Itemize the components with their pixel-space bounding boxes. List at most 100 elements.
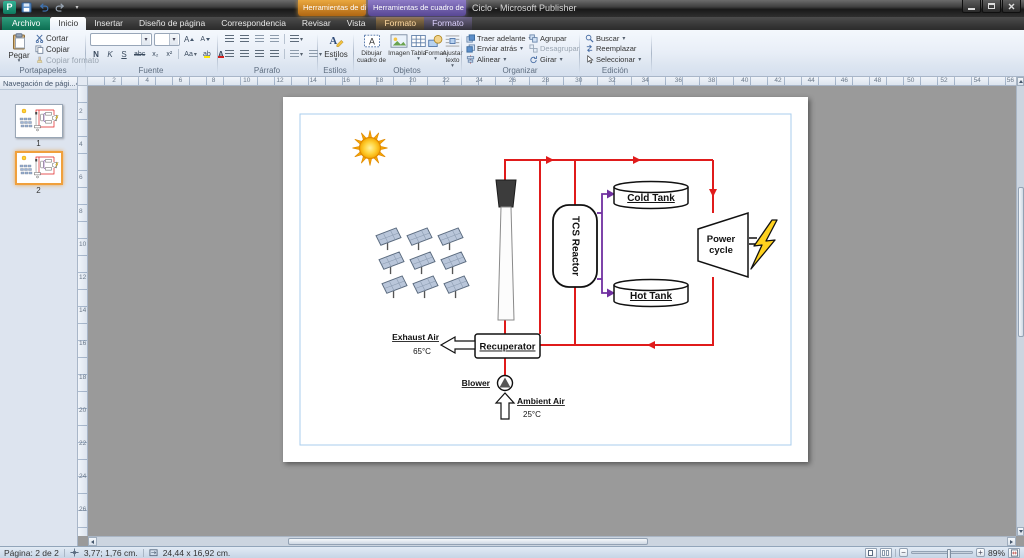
tab-correspondencia[interactable]: Correspondencia — [213, 17, 294, 30]
tab-formato-dibujo[interactable]: Formato — [376, 17, 424, 30]
paragraph-marks-button[interactable] — [288, 33, 305, 45]
pipe-tank-loop[interactable] — [602, 194, 609, 293]
heliostat[interactable] — [376, 228, 401, 250]
subscript-button[interactable]: x₂ — [149, 48, 161, 60]
ambient-air-arrow[interactable] — [496, 393, 514, 419]
single-page-view-button[interactable] — [865, 548, 877, 558]
exhaust-temp-label[interactable]: 65°C — [413, 347, 431, 356]
font-size-combo[interactable] — [154, 33, 180, 46]
blower-label[interactable]: Blower — [462, 378, 491, 388]
heliostat[interactable] — [407, 228, 432, 250]
publication-page[interactable]: TCS Reactor Cold Tank Hot Tank — [283, 97, 808, 462]
canvas-area[interactable]: TCS Reactor Cold Tank Hot Tank — [88, 86, 1016, 536]
send-backward-button[interactable]: Enviar atrás — [465, 44, 533, 55]
tab-formato-cuadro-texto[interactable]: Formato — [424, 17, 472, 30]
align-center-button[interactable] — [238, 48, 251, 60]
justify-button[interactable] — [268, 48, 281, 60]
strikethrough-button[interactable]: abc — [132, 48, 147, 60]
object-size[interactable]: 24,44 x 16,92 cm. — [163, 548, 231, 558]
draw-text-box-button[interactable]: A Dibujar cuadro de texto — [355, 32, 388, 64]
cursor-position[interactable]: 3,77; 1,76 cm. — [84, 548, 138, 558]
zoom-slider-thumb[interactable] — [947, 549, 951, 558]
maximize-button[interactable] — [982, 0, 1001, 13]
zoom-level[interactable]: 89% — [988, 548, 1005, 558]
tab-revisar[interactable]: Revisar — [294, 17, 339, 30]
heliostat[interactable] — [382, 276, 407, 298]
highlight-color-button[interactable]: ab — [201, 48, 213, 60]
cold-tank[interactable]: Cold Tank — [614, 182, 688, 209]
solar-tower[interactable] — [498, 207, 514, 320]
italic-button[interactable]: K — [104, 48, 116, 60]
scroll-up-button[interactable] — [1017, 77, 1024, 86]
sun[interactable] — [353, 131, 388, 166]
bring-forward-button[interactable]: Traer adelante — [465, 33, 533, 44]
exhaust-air-arrow[interactable] — [441, 337, 475, 353]
align-right-button[interactable] — [253, 48, 266, 60]
vertical-scroll-thumb[interactable] — [1018, 187, 1024, 337]
two-page-view-button[interactable] — [880, 548, 892, 558]
heliostat[interactable] — [379, 252, 404, 274]
font-name-combo[interactable] — [90, 33, 152, 46]
ambient-air-label[interactable]: Ambient Air — [517, 396, 566, 406]
fit-page-button[interactable] — [1008, 548, 1020, 558]
scroll-left-button[interactable] — [88, 537, 97, 546]
storage-pipe-network[interactable] — [597, 194, 609, 293]
numbering-button[interactable] — [238, 33, 251, 45]
power-cycle[interactable]: Power cycle — [698, 213, 748, 277]
tab-vista[interactable]: Vista — [339, 17, 374, 30]
styles-button[interactable]: A Estilos — [321, 32, 351, 62]
vertical-scrollbar[interactable] — [1016, 77, 1024, 536]
decrease-indent-button[interactable] — [253, 33, 266, 45]
scroll-right-button[interactable] — [1007, 537, 1016, 546]
horizontal-scrollbar[interactable] — [88, 536, 1016, 546]
lightning-bolt-icon[interactable] — [751, 220, 777, 269]
page-indicator[interactable]: Página: 2 de 2 — [4, 548, 59, 558]
ungroup-button[interactable]: Desagrupar — [528, 44, 580, 55]
undo-button[interactable] — [36, 1, 50, 14]
replace-button[interactable]: Reemplazar — [584, 44, 642, 55]
tab-archivo[interactable]: Archivo — [2, 17, 50, 30]
recuperator[interactable]: Recuperator — [475, 334, 540, 358]
page-thumbnail-2[interactable]: 2 — [15, 151, 63, 195]
align-button[interactable]: Alinear — [465, 54, 533, 65]
increase-indent-button[interactable] — [268, 33, 281, 45]
page-thumbnail-1[interactable]: 1 — [15, 104, 63, 148]
underline-button[interactable]: S — [118, 48, 130, 60]
tab-inicio[interactable]: Inicio — [50, 17, 86, 30]
zoom-in-button[interactable]: + — [976, 548, 985, 557]
minimize-button[interactable] — [962, 0, 981, 13]
qat-customize-dropdown[interactable] — [70, 1, 84, 14]
tower-receiver[interactable] — [496, 180, 516, 207]
heliostat[interactable] — [413, 276, 438, 298]
wrap-text-button[interactable]: Ajustar texto — [444, 32, 461, 68]
scroll-down-button[interactable] — [1017, 527, 1024, 536]
align-left-button[interactable] — [223, 48, 236, 60]
select-button[interactable]: Seleccionar — [584, 54, 642, 65]
bold-button[interactable]: N — [90, 48, 102, 60]
hot-tank[interactable]: Hot Tank — [614, 280, 688, 307]
group-objects-button[interactable]: Agrupar — [528, 33, 580, 44]
columns-button[interactable] — [288, 48, 305, 60]
ambient-temp-label[interactable]: 25°C — [523, 410, 541, 419]
rotate-button[interactable]: Girar — [528, 54, 580, 65]
publisher-app-icon[interactable]: P — [3, 1, 16, 14]
heliostat[interactable] — [441, 252, 466, 274]
grow-font-button[interactable]: A — [182, 34, 196, 46]
heliostat[interactable] — [410, 252, 435, 274]
shrink-font-button[interactable]: A — [198, 34, 212, 46]
copy-button[interactable]: Copiar — [35, 45, 70, 54]
heliostat[interactable] — [444, 276, 469, 298]
redo-button[interactable] — [53, 1, 67, 14]
paste-button[interactable]: Pegar — [5, 32, 33, 63]
exhaust-air-label[interactable]: Exhaust Air — [392, 332, 440, 342]
heliostat-field[interactable] — [376, 228, 469, 298]
zoom-slider[interactable] — [911, 551, 973, 554]
tcs-reactor[interactable]: TCS Reactor — [553, 205, 597, 287]
pipe-tower-to-top[interactable] — [505, 160, 713, 181]
page-thumbnail-image-1[interactable] — [15, 104, 63, 138]
save-button[interactable] — [19, 1, 33, 14]
cut-button[interactable]: Cortar — [35, 34, 68, 43]
heliostat[interactable] — [438, 228, 463, 250]
superscript-button[interactable]: x² — [163, 48, 175, 60]
change-case-button[interactable]: Aa — [182, 48, 199, 60]
